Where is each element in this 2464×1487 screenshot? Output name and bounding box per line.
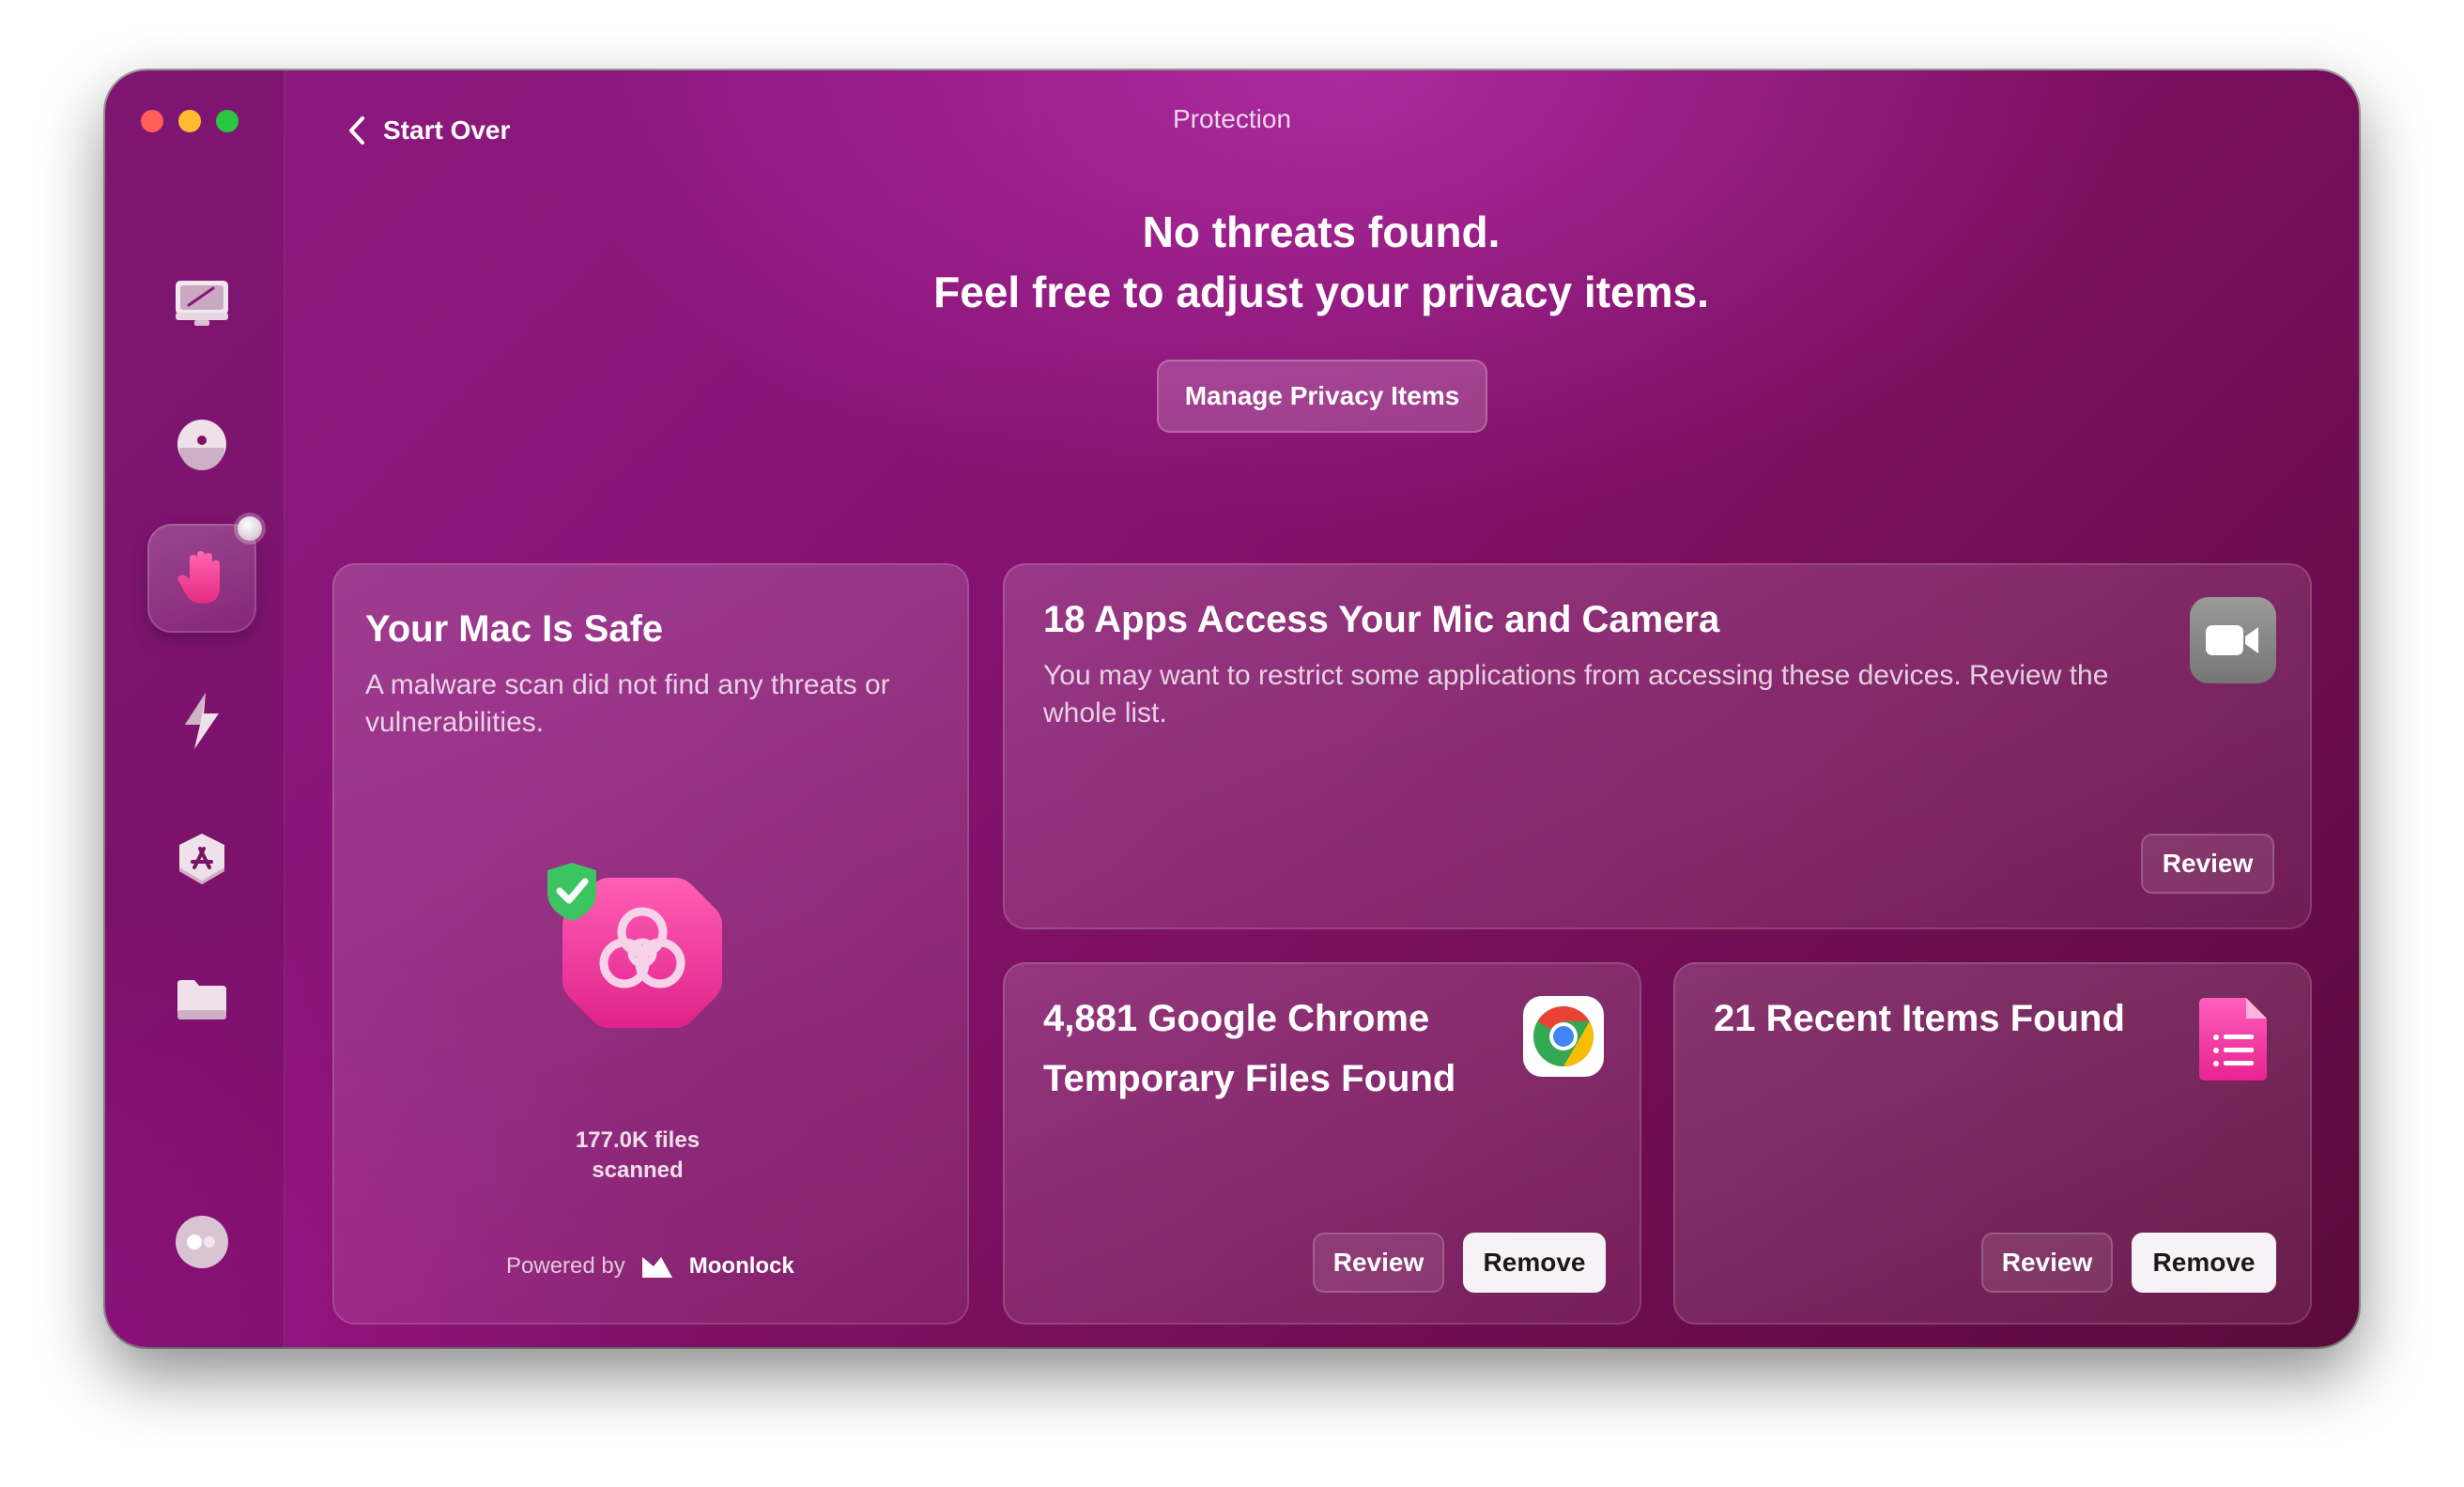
biohazard-icon xyxy=(547,863,722,1028)
mic-camera-card: 18 Apps Access Your Mic and Camera You m… xyxy=(1003,563,2312,929)
chrome-card-title: 4,881 Google Chrome Temporary Files Foun… xyxy=(1043,989,1455,1109)
sidebar-item-cleanup[interactable] xyxy=(147,249,256,358)
mac-safe-title: Your Mac Is Safe xyxy=(365,608,664,650)
chrome-card-title-line-1: 4,881 Google Chrome xyxy=(1043,998,1430,1039)
assistant-icon xyxy=(176,1216,228,1268)
headline-line-2: Feel free to adjust your privacy items. xyxy=(933,268,1709,316)
powered-by-label: Powered by xyxy=(506,1253,625,1279)
recent-items-remove-button[interactable]: Remove xyxy=(2132,1233,2276,1293)
hand-icon xyxy=(177,551,220,604)
files-scanned-line-2: scanned xyxy=(592,1157,684,1183)
files-scanned-line-1: 177.0K files xyxy=(575,1127,701,1153)
chrome-card-title-line-2: Temporary Files Found xyxy=(1043,1058,1456,1099)
provider-name: Moonlock xyxy=(688,1253,794,1279)
sidebar xyxy=(105,70,285,1347)
chrome-temp-files-card: 4,881 Google Chrome Temporary Files Foun… xyxy=(1003,962,1641,1325)
monitor-broom-icon xyxy=(176,281,228,326)
chrome-app-icon xyxy=(1523,996,1604,1077)
mic-camera-review-button[interactable]: Review xyxy=(2141,834,2274,894)
sidebar-item-protection-scan[interactable] xyxy=(147,390,256,498)
moonlock-logo-icon xyxy=(641,1257,672,1278)
mic-camera-title: 18 Apps Access Your Mic and Camera xyxy=(1043,599,1720,640)
sidebar-item-assistant[interactable] xyxy=(147,1188,256,1296)
sidebar-item-protection[interactable] xyxy=(147,516,262,633)
powered-by: Powered by Moonlock xyxy=(506,1253,794,1280)
sidebar-item-performance[interactable] xyxy=(147,667,256,775)
files-scanned-count: 177.0K files scanned xyxy=(497,1126,778,1186)
results-headline: No threats found. Feel free to adjust yo… xyxy=(284,202,2359,322)
window-title: Protection xyxy=(1172,104,1292,133)
video-camera-icon xyxy=(2206,625,2258,655)
chrome-review-button[interactable]: Review xyxy=(1313,1233,1444,1293)
face-icon xyxy=(177,420,226,470)
recent-items-app-icon xyxy=(2195,996,2271,1082)
app-window: Start Over Protection No threats found. … xyxy=(105,70,2359,1347)
facetime-app-icon xyxy=(2190,597,2276,683)
manage-privacy-items-button[interactable]: Manage Privacy Items xyxy=(1157,360,1487,433)
recent-items-card: 21 Recent Items Found Review Remove xyxy=(1673,962,2312,1325)
document-list-icon xyxy=(2199,998,2267,1081)
mac-safe-description: A malware scan did not find any threats … xyxy=(365,669,890,738)
headline-line-1: No threats found. xyxy=(1142,207,1501,256)
lightning-icon xyxy=(185,693,219,749)
sidebar-item-applications[interactable] xyxy=(147,805,256,914)
recent-items-title: 21 Recent Items Found xyxy=(1714,998,2125,1039)
biohazard-badge xyxy=(544,859,732,1047)
app-store-icon xyxy=(179,834,224,884)
sidebar-item-files[interactable] xyxy=(147,945,256,1054)
notification-dot xyxy=(238,516,262,541)
chrome-icon xyxy=(1533,1006,1594,1066)
folder-icon xyxy=(177,980,226,1019)
recent-items-review-button[interactable]: Review xyxy=(1981,1233,2113,1293)
mac-safe-card: Your Mac Is Safe A malware scan did not … xyxy=(332,563,969,1325)
chrome-remove-button[interactable]: Remove xyxy=(1463,1233,1606,1293)
mic-camera-description: You may want to restrict some applicatio… xyxy=(1043,660,2109,728)
